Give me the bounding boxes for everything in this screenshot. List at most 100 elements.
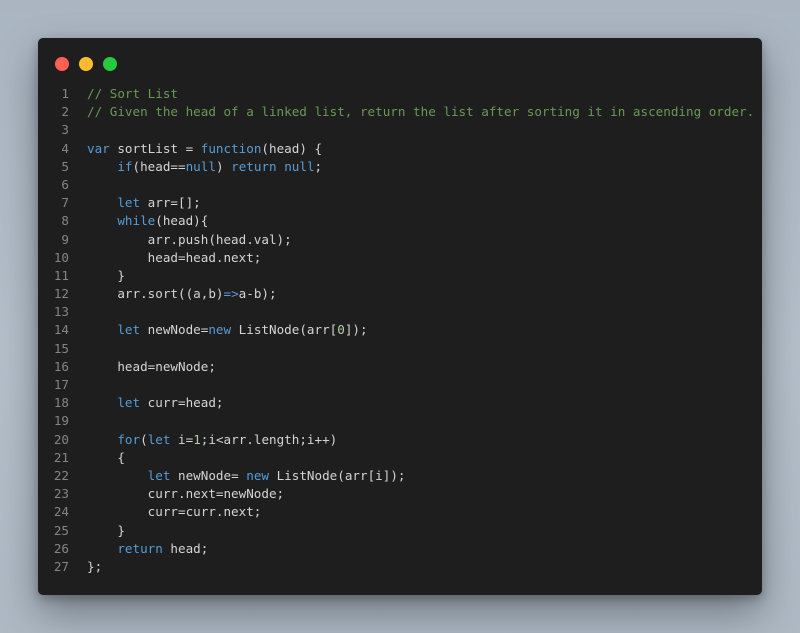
code-line: 18 let curr=head; [38,394,762,412]
code-text: } [87,267,125,285]
code-line: 22 let newNode= new ListNode(arr[i]); [38,467,762,485]
code-token-plain: ]); [344,322,368,338]
code-text: arr.push(head.val); [87,231,292,249]
line-number: 22 [53,467,69,483]
code-line: 3 [38,121,762,139]
line-number: 26 [53,540,69,556]
code-text: arr.sort((a,b)=>a-b); [87,285,277,303]
code-window: 1 // Sort List 2 // Given the head of a lin… [38,38,762,595]
code-text: } [87,522,125,540]
line-number: 24 [53,504,69,520]
code-line: 8 while(head){ [38,212,762,230]
code-line: 21 { [38,449,762,467]
code-line: 23 curr.next=newNode; [38,485,762,503]
line-number: 10 [53,249,69,265]
code-line: 19 [38,412,762,430]
code-text: curr=curr.next; [87,503,262,521]
line-number: 2 [61,104,69,120]
close-dot-icon[interactable] [55,57,69,71]
code-line: 6 [38,176,762,194]
code-line: 9 arr.push(head.val); [38,231,762,249]
code-token-plain: ListNode(arr[ [231,322,338,338]
line-number: 20 [53,431,69,447]
code-line: 10 head=head.next; [38,249,762,267]
code-text: { [87,449,125,467]
line-number: 4 [61,140,69,156]
code-token-plain: ; [314,158,323,174]
line-number: 7 [61,195,69,211]
line-number: 8 [61,213,69,229]
line-number: 13 [53,304,69,320]
code-line: 13 [38,303,762,321]
minimize-dot-icon[interactable] [79,57,93,71]
code-line: 1 // Sort List [38,85,762,103]
code-token-keyword: let [117,395,141,411]
code-token-plain: arr.sort((a,b) [87,286,224,302]
code-line: 7 let arr=[]; [38,194,762,212]
line-number: 15 [53,340,69,356]
code-token-keyword: var [87,140,110,156]
code-line: 25 } [38,522,762,540]
code-token-plain: ;i<arr.length;i++) [200,431,338,447]
code-token-number: 0 [337,322,345,338]
code-token-keyword: let [117,195,141,211]
code-text: let newNode= new ListNode(arr[i]); [87,467,406,485]
line-number: 27 [53,558,69,574]
code-line: 11 } [38,267,762,285]
code-token-keyword: let [147,431,171,447]
code-token-plain: curr=curr.next; [87,504,262,520]
line-number: 25 [53,522,69,538]
line-number: 17 [53,377,69,392]
code-text: }; [87,558,102,576]
code-text: if(head==null) return null; [87,158,322,176]
code-line: 5 if(head==null) return null; [38,158,762,176]
zoom-dot-icon[interactable] [103,57,117,71]
line-number: 16 [53,358,69,374]
code-line: 15 [38,340,762,358]
code-token-keyword: let [117,322,141,338]
code-text: let newNode=new ListNode(arr[0]); [87,321,368,339]
code-line: 12 arr.sort((a,b)=>a-b); [38,285,762,303]
code-token-plain: newNode= [140,322,209,338]
code-line: 14 let newNode=new ListNode(arr[0]); [38,321,762,339]
code-token-plain: i= [170,431,194,447]
code-text: head=newNode; [87,358,216,376]
code-token-comment: // Given the head of a linked list, retu… [87,104,755,120]
code-token-keyword: if [117,158,133,174]
code-line: 16 head=newNode; [38,358,762,376]
code-text: let curr=head; [87,394,223,412]
line-number: 23 [53,486,69,502]
code-line: 4 var sortList = function(head) { [38,140,762,158]
code-text: while(head){ [87,212,208,230]
code-line: 24 curr=curr.next; [38,503,762,521]
code-token-plain: head=newNode; [87,358,216,374]
code-token-plain: (head) { [261,140,323,156]
code-token-keyword: return [117,540,163,556]
line-number: 11 [53,267,69,283]
code-block: 1 // Sort List 2 // Given the head of a lin… [38,85,762,576]
code-line: 27}; [38,558,762,576]
code-token-keyword: for [117,431,141,447]
code-token-keyword: return [231,158,277,174]
line-number: 19 [53,413,69,429]
code-token-number: 1 [193,431,201,447]
code-text: return head; [87,540,208,558]
code-token-plain: head; [162,540,209,556]
code-token-plain: } [87,522,125,538]
code-token-keyword: new [208,322,232,338]
code-token-plain: curr.next=newNode; [87,486,285,502]
code-token-keyword: => [223,286,239,302]
line-number: 1 [61,86,69,101]
code-token-plain: a-b); [238,286,277,302]
code-token-plain: ( [140,431,148,447]
code-token-keyword: while [117,213,156,229]
code-line: 2 // Given the head of a linked list, ret… [38,103,762,121]
line-number: 21 [53,449,69,465]
code-token-plain: }; [87,558,103,574]
code-token-plain: ) [215,158,232,174]
